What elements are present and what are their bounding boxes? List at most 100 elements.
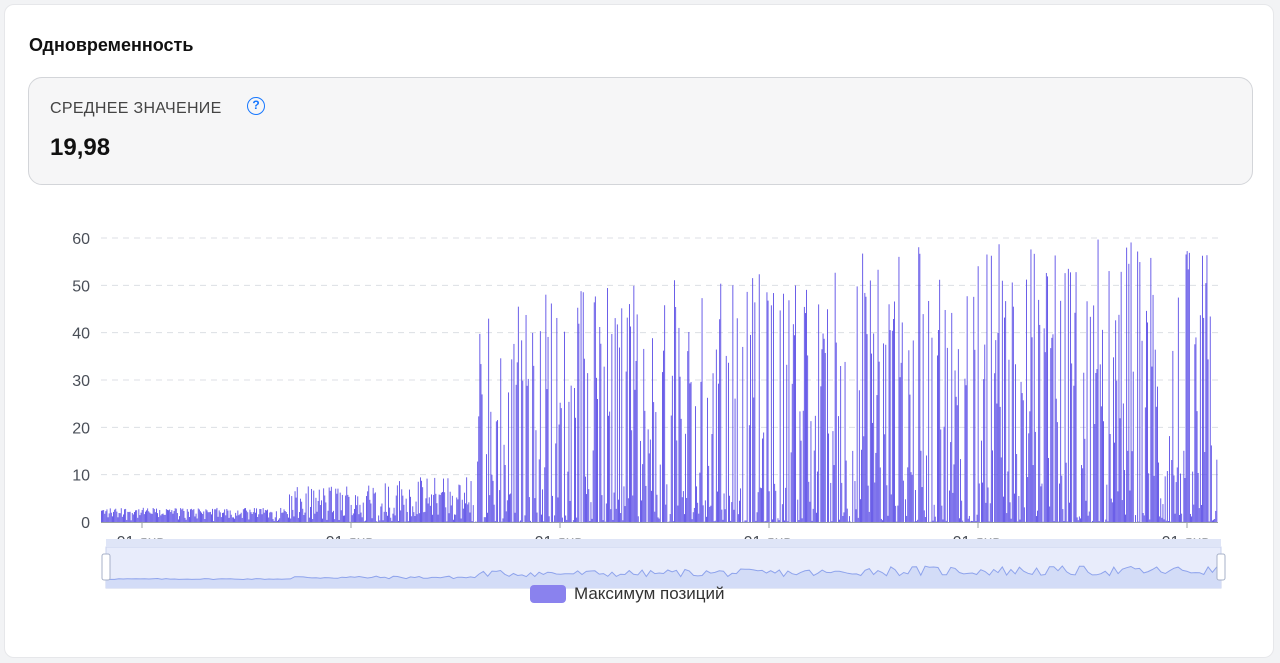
chart-bar: [862, 253, 864, 522]
chart-bar: [857, 517, 859, 522]
chart-bar: [623, 486, 625, 522]
chart-bar: [873, 333, 875, 522]
chart-bar: [1195, 337, 1197, 522]
chart-bar: [411, 516, 413, 522]
chart-bar: [242, 509, 244, 522]
chart-bar: [415, 501, 417, 522]
chart-bar: [874, 482, 876, 522]
zoom-slider-bar[interactable]: [106, 539, 1221, 547]
chart-bar: [542, 489, 543, 522]
chart-bar: [1191, 516, 1192, 522]
chart-bar: [577, 307, 579, 522]
zoom-handle-right[interactable]: [1216, 553, 1226, 581]
chart-bar: [596, 377, 597, 522]
chart-bar: [389, 507, 391, 522]
chart-bar: [426, 478, 428, 522]
chart-bar: [1056, 422, 1058, 522]
chart-bar: [777, 518, 779, 522]
chart-bar: [717, 491, 718, 522]
chart-bar: [477, 461, 479, 522]
chart-bar: [317, 500, 319, 522]
chart-bar: [1215, 510, 1217, 522]
chart-bar: [1018, 496, 1020, 522]
chart-bar: [526, 385, 528, 522]
chart-bar: [566, 519, 568, 522]
chart-bar: [413, 512, 415, 522]
chart-bar: [129, 511, 131, 522]
chart-bar: [681, 497, 683, 522]
chart-bar: [1026, 279, 1027, 522]
chart-bar: [1120, 271, 1122, 522]
chart-bar: [1142, 513, 1144, 522]
chart-bar: [136, 510, 138, 522]
chart-bar: [1093, 305, 1095, 522]
chart-bar: [954, 370, 956, 522]
chart-bar: [395, 495, 397, 522]
chart-bar: [675, 306, 677, 522]
chart-bar: [570, 385, 572, 522]
chart-bar: [565, 515, 567, 522]
chart-bar: [1039, 324, 1041, 522]
chart-bar: [816, 512, 817, 522]
chart-bar: [366, 496, 367, 522]
chart-bar: [140, 512, 142, 522]
chart-bar: [972, 521, 974, 522]
chart-bar: [1128, 263, 1130, 522]
chart-bar: [470, 481, 472, 522]
chart-bar: [764, 521, 766, 522]
zoom-slider[interactable]: [101, 539, 1226, 589]
chart-bar: [641, 500, 642, 522]
y-tick-label: 10: [72, 468, 90, 485]
chart-bar: [224, 509, 226, 522]
chart-bar: [557, 497, 559, 522]
chart-bar: [1107, 521, 1109, 522]
chart-bar: [1092, 520, 1093, 522]
chart-bar: [372, 487, 374, 522]
chart-bar: [273, 520, 275, 522]
chart-bar: [252, 512, 254, 522]
chart-bar: [1147, 322, 1148, 522]
chart-bar: [1146, 310, 1147, 522]
chart-bar: [975, 521, 977, 522]
chart-bar: [244, 508, 245, 522]
chart-bar: [361, 517, 363, 522]
chart-bar: [121, 516, 123, 522]
chart-bar: [844, 361, 846, 522]
chart-bar: [957, 349, 959, 522]
chart-bar: [724, 509, 726, 522]
chart-bar: [1150, 257, 1152, 522]
chart-bar: [302, 508, 304, 522]
chart-bar: [401, 489, 403, 522]
chart-bar: [803, 306, 805, 522]
chart-bar: [995, 340, 997, 522]
chart-bar: [157, 513, 158, 522]
chart-bar: [1095, 372, 1097, 522]
chart-bar: [357, 496, 359, 522]
chart-bar: [435, 493, 437, 522]
chart-bar: [856, 286, 858, 522]
chart-bar: [504, 465, 506, 522]
chart-bar: [204, 519, 206, 522]
chart-bar: [758, 274, 760, 522]
chart-bar: [156, 508, 157, 522]
chart-bar: [521, 340, 523, 522]
chart-bar: [1214, 518, 1216, 522]
legend-item[interactable]: Максимум позиций: [530, 582, 725, 606]
chart-bar: [344, 515, 345, 522]
chart-bar: [919, 253, 921, 522]
chart-bar: [279, 518, 281, 522]
chart-bar: [576, 517, 578, 522]
chart-bar: [1055, 398, 1057, 522]
zoom-handle-left[interactable]: [101, 553, 111, 581]
chart-bar: [275, 511, 277, 522]
chart-bar: [379, 520, 381, 522]
chart-bar: [946, 347, 948, 522]
chart-bar: [784, 520, 785, 522]
chart-bar: [289, 494, 290, 522]
chart-bar: [159, 510, 161, 522]
chart-bar: [103, 510, 105, 522]
chart-bar: [513, 343, 515, 522]
chart-bar: [147, 508, 149, 522]
chart-bar: [931, 337, 933, 522]
chart-bar: [569, 500, 571, 522]
